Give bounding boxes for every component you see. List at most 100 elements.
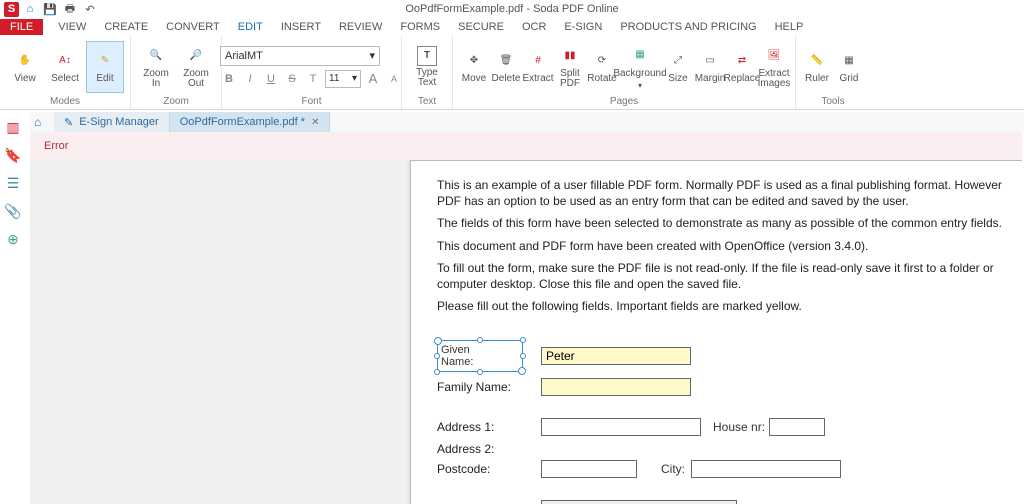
window-title: OoPdfFormExample.pdf - Soda PDF Online <box>405 3 618 15</box>
group-label-pages: Pages <box>610 95 638 109</box>
text-color-button[interactable]: T <box>304 70 322 88</box>
given-name-field[interactable] <box>541 347 691 365</box>
type-text-label: Type Text <box>416 68 438 88</box>
edit-mode-button[interactable]: ✎ Edit <box>86 41 124 93</box>
home-icon[interactable]: ⌂ <box>23 2 37 16</box>
menu-bar: FILE VIEW CREATE CONVERT EDIT INSERT REV… <box>0 18 1024 36</box>
thumbnails-icon[interactable]: ▥ <box>4 118 22 136</box>
left-rail: ▥ 🔖 ☰ 📎 ⊕ <box>0 110 26 248</box>
view-mode-button[interactable]: ✋ View <box>6 41 44 93</box>
layers-icon[interactable]: ☰ <box>4 174 22 192</box>
tab-esign-label: E-Sign Manager <box>79 116 159 128</box>
tab-esign-manager[interactable]: ✎ E-Sign Manager <box>54 112 170 132</box>
menu-view[interactable]: VIEW <box>49 19 95 35</box>
menu-convert[interactable]: CONVERT <box>157 19 229 35</box>
menu-file[interactable]: FILE <box>0 19 43 35</box>
group-label-text: Text <box>418 95 436 109</box>
zoom-out-button[interactable]: 🔎 Zoom Out <box>177 41 215 93</box>
paragraph-5: Please fill out the following fields. Im… <box>437 298 1013 314</box>
rotate-icon: ⟳ <box>591 49 613 71</box>
replace-icon: ⇄ <box>731 49 753 71</box>
menu-review[interactable]: REVIEW <box>330 19 391 35</box>
grid-button[interactable]: ▦Grid <box>834 41 864 93</box>
bookmarks-icon[interactable]: 🔖 <box>4 146 22 164</box>
menu-forms[interactable]: FORMS <box>391 19 449 35</box>
split-button[interactable]: ▮▮Split PDF <box>555 41 585 93</box>
extract-icon: # <box>527 49 549 71</box>
group-label-modes: Modes <box>50 95 80 109</box>
paragraph-2: The fields of this form have been select… <box>437 215 1013 231</box>
menu-ocr[interactable]: OCR <box>513 19 555 35</box>
zoom-in-button[interactable]: 🔍 Zoom In <box>137 41 175 93</box>
undo-icon[interactable]: ↶ <box>83 2 97 16</box>
type-text-button[interactable]: T Type Text <box>408 41 446 93</box>
grow-font-button[interactable]: A <box>364 70 382 88</box>
tab-document[interactable]: OoPdfFormExample.pdf * ✕ <box>170 112 331 132</box>
extract-images-label: Extract Images <box>758 69 791 89</box>
ruler-icon: 📏 <box>806 49 828 71</box>
margin-button[interactable]: ▭Margin <box>695 41 725 93</box>
save-icon[interactable]: 💾 <box>43 2 57 16</box>
replace-button[interactable]: ⇄Replace <box>727 41 757 93</box>
security-icon[interactable]: ⊕ <box>4 230 22 248</box>
row-country: Country: <box>437 500 1013 504</box>
select-mode-button[interactable]: A↕ Select <box>46 41 84 93</box>
delete-button[interactable]: 🗑Delete <box>491 41 521 93</box>
given-name-label-selected[interactable]: Given Name: <box>437 340 523 372</box>
menu-help[interactable]: HELP <box>766 19 813 35</box>
strike-button[interactable]: S <box>283 70 301 88</box>
italic-button[interactable]: I <box>241 70 259 88</box>
move-button[interactable]: ✥Move <box>459 41 489 93</box>
zoom-in-label: Zoom In <box>143 69 169 89</box>
extract-button[interactable]: #Extract <box>523 41 553 93</box>
address1-label: Address 1: <box>437 420 541 434</box>
select-label: Select <box>51 73 79 84</box>
rotate-button[interactable]: ⟳Rotate <box>587 41 617 93</box>
split-icon: ▮▮ <box>559 45 581 67</box>
postcode-field[interactable] <box>541 460 637 478</box>
type-text-icon: T <box>417 46 437 66</box>
menu-create[interactable]: CREATE <box>95 19 157 35</box>
paragraph-1: This is an example of a user fillable PD… <box>437 177 1013 209</box>
document-viewport[interactable]: This is an example of a user fillable PD… <box>30 160 1022 504</box>
shrink-font-button[interactable]: A <box>385 70 403 88</box>
row-address-2: Address 2: <box>437 442 1013 456</box>
underline-button[interactable]: U <box>262 70 280 88</box>
menu-edit[interactable]: EDIT <box>229 19 272 35</box>
menu-secure[interactable]: SECURE <box>449 19 513 35</box>
ribbon-group-pages: ✥Move 🗑Delete #Extract ▮▮Split PDF ⟳Rota… <box>453 36 796 109</box>
city-field[interactable] <box>691 460 841 478</box>
country-select[interactable] <box>541 500 737 504</box>
tab-home-icon[interactable]: ⌂ <box>34 115 50 129</box>
city-label: City: <box>661 462 685 476</box>
family-name-field[interactable] <box>541 378 691 396</box>
house-nr-label: House nr: <box>713 420 765 434</box>
font-size-value: 11 <box>329 73 339 84</box>
ruler-button[interactable]: 📏Ruler <box>802 41 832 93</box>
error-bar: Error <box>30 132 1022 160</box>
size-button[interactable]: ⤢Size <box>663 41 693 93</box>
font-name-combo[interactable]: ArialMT ▾ <box>220 46 380 66</box>
view-label: View <box>14 73 36 84</box>
tab-document-label: OoPdfFormExample.pdf * <box>180 116 305 128</box>
print-icon[interactable]: 🖶 <box>63 2 77 16</box>
address2-label: Address 2: <box>437 442 541 456</box>
menu-insert[interactable]: INSERT <box>272 19 330 35</box>
menu-esign[interactable]: E-SIGN <box>555 19 611 35</box>
font-size-combo[interactable]: 11 ▾ <box>325 70 361 88</box>
delete-label: Delete <box>492 73 521 84</box>
attachments-icon[interactable]: 📎 <box>4 202 22 220</box>
bold-button[interactable]: B <box>220 70 238 88</box>
split-label: Split PDF <box>560 69 580 89</box>
close-tab-icon[interactable]: ✕ <box>311 117 319 128</box>
extract-images-button[interactable]: 🖼Extract Images <box>759 41 789 93</box>
address1-field[interactable] <box>541 418 701 436</box>
error-text: Error <box>44 140 68 152</box>
zoom-out-icon: 🔎 <box>185 45 207 67</box>
ribbon-group-font: ArialMT ▾ B I U S T 11▾ A A Font <box>222 36 402 109</box>
chevron-down-icon: ▾ <box>352 73 357 84</box>
ribbon-group-text: T Type Text Text <box>402 36 453 109</box>
menu-products[interactable]: PRODUCTS AND PRICING <box>611 19 765 35</box>
house-nr-field[interactable] <box>769 418 825 436</box>
background-button[interactable]: ▦Background▾ <box>619 41 661 93</box>
